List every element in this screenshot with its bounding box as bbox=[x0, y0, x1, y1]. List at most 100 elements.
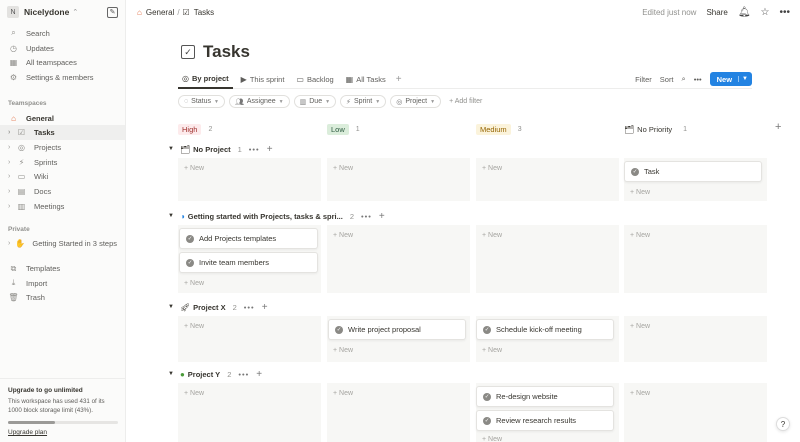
chevron-right-icon[interactable]: › bbox=[8, 240, 15, 247]
collapse-triangle-icon[interactable]: ▼ bbox=[168, 304, 174, 310]
tab-all-tasks[interactable]: ▦ All Tasks bbox=[342, 70, 390, 89]
tab-by-project[interactable]: ◎ By project bbox=[178, 70, 233, 89]
new-card-button[interactable]: + New bbox=[333, 347, 353, 354]
filter-due[interactable]: ▥ Due ▼ bbox=[293, 95, 337, 108]
new-button[interactable]: New ▼ bbox=[709, 72, 752, 86]
tab-backlog[interactable]: ▭ Backlog bbox=[292, 70, 337, 89]
new-card-button[interactable]: + New bbox=[333, 165, 353, 172]
upgrade-plan-link[interactable]: Upgrade plan bbox=[8, 429, 118, 436]
sidebar-item-projects[interactable]: › ◎ Projects bbox=[0, 140, 125, 155]
filter-assignee[interactable]: 👥︎ Assignee ▼ bbox=[228, 95, 290, 108]
add-filter-button[interactable]: + Add filter bbox=[449, 98, 482, 105]
tab-this-sprint[interactable]: ▶ This sprint bbox=[237, 70, 289, 89]
sidebar-item-tasks[interactable]: › ☑ Tasks bbox=[0, 125, 125, 141]
sidebar-item-settings[interactable]: ⚙ Settings & members bbox=[0, 70, 125, 85]
task-card[interactable]: ✓ Task bbox=[624, 161, 762, 182]
more-icon[interactable]: ••• bbox=[779, 7, 790, 18]
page-title[interactable]: Tasks bbox=[203, 42, 250, 62]
sidebar-item-getting-started[interactable]: › ✋ Getting Started in 3 steps bbox=[0, 237, 125, 252]
chevron-right-icon[interactable]: › bbox=[8, 144, 16, 151]
more-icon[interactable]: ••• bbox=[238, 370, 249, 379]
column-header-medium[interactable]: Medium 3 bbox=[476, 122, 522, 136]
task-card[interactable]: ✓ Re-design website bbox=[476, 386, 614, 407]
sidebar-item-wiki[interactable]: › ▭ Wiki bbox=[0, 170, 125, 185]
chevron-right-icon[interactable]: › bbox=[8, 203, 16, 210]
filter-sprint[interactable]: ⚡ Sprint ▼ bbox=[340, 95, 387, 108]
add-icon[interactable]: + bbox=[256, 369, 262, 380]
add-column-icon[interactable]: + bbox=[775, 121, 781, 133]
storage-progress-bar bbox=[8, 421, 118, 424]
chevron-right-icon[interactable]: › bbox=[8, 159, 16, 166]
new-card-button[interactable]: + New bbox=[482, 165, 502, 172]
sidebar-item-sprints[interactable]: › ⚡ Sprints bbox=[0, 155, 125, 170]
check-circle-icon: ✓ bbox=[483, 325, 491, 334]
sidebar-item-updates[interactable]: ◷ Updates bbox=[0, 41, 125, 56]
task-card[interactable]: ✓ Write project proposal bbox=[328, 319, 466, 340]
add-view-icon[interactable]: + bbox=[396, 74, 402, 85]
add-icon[interactable]: + bbox=[379, 211, 385, 222]
new-card-button[interactable]: + New bbox=[482, 436, 502, 442]
new-card-button[interactable]: + New bbox=[482, 347, 502, 354]
collapse-triangle-icon[interactable]: ▼ bbox=[168, 146, 174, 152]
chevron-right-icon[interactable]: › bbox=[8, 129, 16, 136]
task-card[interactable]: ✓ Add Projects templates bbox=[179, 228, 318, 249]
bell-icon[interactable]: 🔔︎ bbox=[738, 7, 751, 18]
more-icon[interactable]: ••• bbox=[361, 212, 372, 221]
sidebar-item-trash[interactable]: 🗑 Trash bbox=[0, 291, 125, 306]
search-icon[interactable]: ⌕ bbox=[682, 74, 686, 84]
task-card[interactable]: ✓ Schedule kick-off meeting bbox=[476, 319, 614, 340]
task-card[interactable]: ✓ Invite team members bbox=[179, 252, 318, 273]
column-header-high[interactable]: High 2 bbox=[178, 122, 212, 136]
new-card-button[interactable]: + New bbox=[482, 232, 502, 239]
more-icon[interactable]: ••• bbox=[244, 303, 255, 312]
new-card-button[interactable]: + New bbox=[630, 232, 650, 239]
wave-hand-icon: ✋ bbox=[15, 239, 26, 249]
calendar-icon: ▥ bbox=[17, 201, 26, 211]
chevron-right-icon[interactable]: › bbox=[8, 188, 16, 195]
sort-button[interactable]: Sort bbox=[660, 75, 674, 84]
chevron-down-icon[interactable]: ▼ bbox=[738, 76, 748, 82]
add-icon[interactable]: + bbox=[267, 144, 273, 155]
help-button[interactable]: ? bbox=[776, 417, 790, 431]
sidebar-item-general[interactable]: ⌂ General bbox=[0, 111, 125, 126]
group-header-project-x[interactable]: ▼ 🚀︎ Project X 2 ••• + bbox=[168, 300, 268, 314]
sidebar-item-import[interactable]: ⤓ Import bbox=[0, 276, 125, 291]
new-card-button[interactable]: + New bbox=[333, 390, 353, 397]
star-icon[interactable]: ☆ bbox=[761, 7, 770, 18]
share-button[interactable]: Share bbox=[706, 8, 727, 17]
chevron-down-icon: ▼ bbox=[430, 98, 436, 105]
sidebar-item-templates[interactable]: ⧉ Templates bbox=[0, 261, 125, 276]
sidebar-item-all-teamspaces[interactable]: ▦ All teamspaces bbox=[0, 55, 125, 70]
group-header-getting-started[interactable]: ▼ ◑ Getting started with Projects, tasks &… bbox=[168, 209, 385, 223]
workspace-name: Nicelydone bbox=[24, 7, 70, 17]
more-icon[interactable]: ••• bbox=[694, 75, 702, 84]
new-page-icon[interactable]: ✎ bbox=[107, 6, 118, 18]
sidebar-item-docs[interactable]: › ▤ Docs bbox=[0, 184, 125, 199]
new-card-button[interactable]: + New bbox=[630, 390, 650, 397]
new-card-button[interactable]: + New bbox=[184, 165, 204, 172]
new-card-button[interactable]: + New bbox=[184, 280, 204, 287]
new-card-button[interactable]: + New bbox=[184, 390, 204, 397]
sidebar-item-meetings[interactable]: › ▥ Meetings bbox=[0, 199, 125, 214]
workspace-switcher[interactable]: N Nicelydone ⌃ ✎ bbox=[0, 0, 125, 24]
new-card-button[interactable]: + New bbox=[184, 323, 204, 330]
new-card-button[interactable]: + New bbox=[630, 189, 650, 196]
group-header-no-project[interactable]: ▼ 🗂︎ No Project 1 ••• + bbox=[168, 142, 273, 156]
chevron-right-icon[interactable]: › bbox=[8, 173, 16, 180]
group-header-project-y[interactable]: ▼ ● Project Y 2 ••• + bbox=[168, 367, 262, 381]
column-header-low[interactable]: Low 1 bbox=[327, 122, 360, 136]
add-icon[interactable]: + bbox=[262, 302, 268, 313]
filter-button[interactable]: Filter bbox=[635, 75, 652, 84]
new-card-button[interactable]: + New bbox=[630, 323, 650, 330]
filter-status[interactable]: ◌ Status ▼ bbox=[178, 95, 225, 108]
collapse-triangle-icon[interactable]: ▼ bbox=[168, 213, 174, 219]
filter-project[interactable]: ◎ Project ▼ bbox=[390, 95, 442, 108]
breadcrumb-general[interactable]: General bbox=[146, 8, 174, 17]
more-icon[interactable]: ••• bbox=[249, 145, 260, 154]
task-card[interactable]: ✓ Review research results bbox=[476, 410, 614, 431]
column-header-no-priority[interactable]: 🗂︎ No Priority 1 bbox=[624, 122, 687, 136]
collapse-triangle-icon[interactable]: ▼ bbox=[168, 371, 174, 377]
new-card-button[interactable]: + New bbox=[333, 232, 353, 239]
sidebar-item-search[interactable]: ⌕ Search bbox=[0, 26, 125, 41]
breadcrumb-tasks[interactable]: Tasks bbox=[194, 8, 214, 17]
